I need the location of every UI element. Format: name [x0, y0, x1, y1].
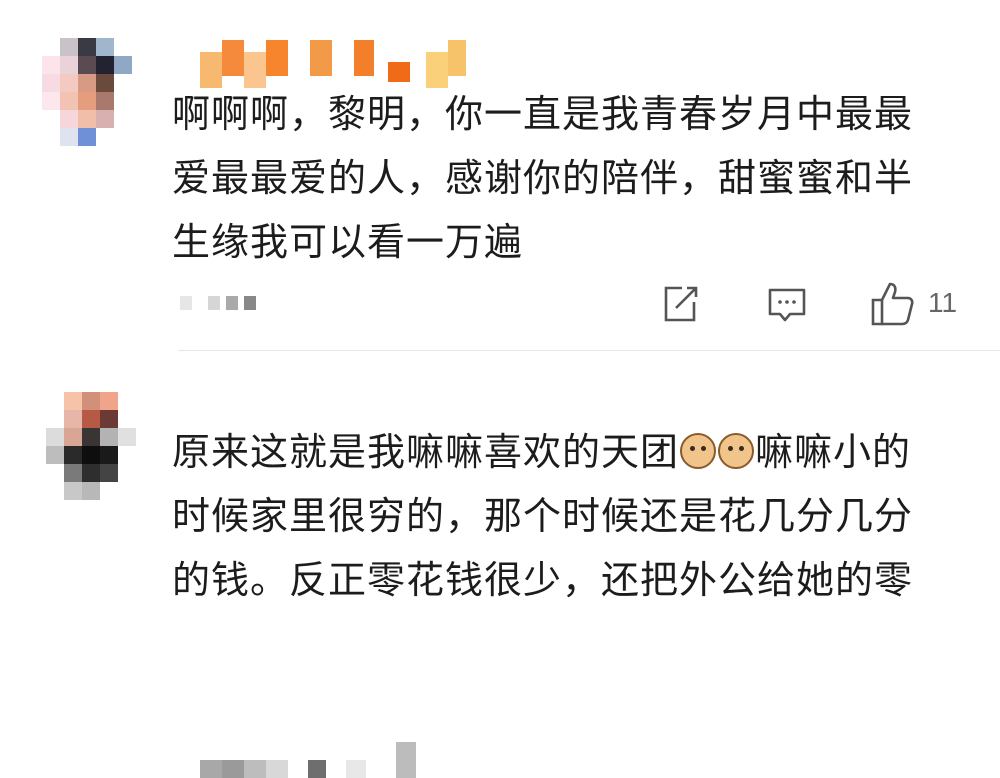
cat-face-emoji	[718, 433, 755, 469]
comment-item: 啊啊啊，黎明，你一直是我青春岁月中最最 爱最最爱的人，感谢你的陪伴，甜蜜蜜和半 …	[0, 0, 1000, 352]
like-button[interactable]: 11	[870, 280, 957, 326]
username[interactable]	[200, 742, 416, 778]
username[interactable]	[200, 40, 466, 88]
comment-item: 原来这就是我嘛嘛喜欢的天团 嘛嘛小的 时候家里很穷的，那个时候还是花几分几分 的钱…	[0, 352, 1000, 778]
like-count: 11	[928, 287, 958, 318]
cat-face-emoji	[680, 433, 717, 469]
comment-line: 原来这就是我嘛嘛喜欢的天团 嘛嘛小的	[172, 420, 972, 484]
divider	[178, 350, 1000, 351]
share-button[interactable]	[660, 284, 700, 324]
comment-text: 原来这就是我嘛嘛喜欢的天团 嘛嘛小的 时候家里很穷的，那个时候还是花几分几分 的钱…	[172, 420, 972, 612]
thumbs-up-icon	[871, 282, 914, 326]
comment-actions: 11	[0, 280, 1000, 330]
comment-line: 啊啊啊，黎明，你一直是我青春岁月中最最	[172, 92, 914, 136]
avatar[interactable]	[42, 38, 132, 146]
comment-text: 啊啊啊，黎明，你一直是我青春岁月中最最 爱最最爱的人，感谢你的陪伴，甜蜜蜜和半 …	[172, 82, 972, 274]
comment-line: 爱最最爱的人，感谢你的陪伴，甜蜜蜜和半	[172, 156, 914, 200]
comment-line-part: 原来这就是我嘛嘛喜欢的天团	[172, 430, 680, 474]
comment-line-part: 嘛嘛小的	[755, 430, 912, 474]
share-edit-icon	[664, 286, 698, 322]
comment-line: 生缘我可以看一万遍	[172, 220, 524, 264]
reply-button[interactable]	[766, 286, 808, 326]
comment-line: 时候家里很穷的，那个时候还是花几分几分	[172, 494, 914, 538]
avatar[interactable]	[46, 392, 136, 500]
comment-icon	[768, 288, 806, 322]
comment-line: 的钱。反正零花钱很少，还把外公给她的零	[172, 558, 914, 602]
